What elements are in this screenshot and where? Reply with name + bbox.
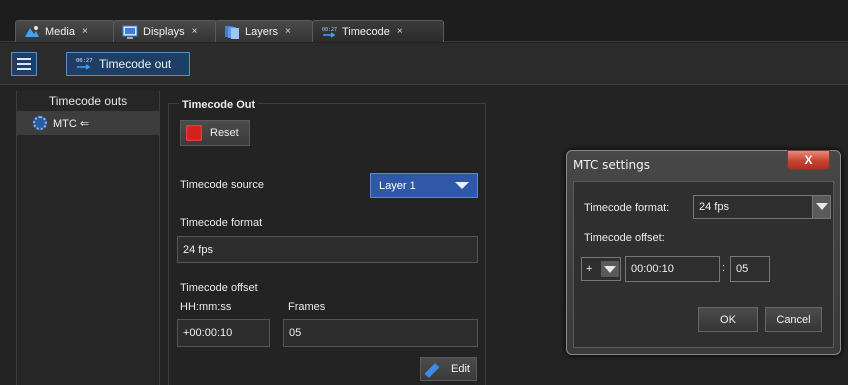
timecode-icon: 00:27: [76, 58, 93, 70]
dialog-frames-field[interactable]: 05: [730, 256, 770, 282]
dialog-format-select[interactable]: 24 fps: [693, 195, 831, 219]
svg-text:00:27: 00:27: [322, 27, 337, 33]
ok-button[interactable]: OK: [698, 307, 758, 332]
timecode-out-button[interactable]: 00:27 Timecode out: [66, 52, 190, 76]
edit-label: Edit: [451, 363, 470, 375]
timecode-format-label: Timecode format: [180, 217, 263, 229]
tab-label: Timecode: [342, 25, 390, 38]
tab-timecode[interactable]: 00:27 Timecode ×: [312, 20, 444, 42]
tab-media[interactable]: Media ×: [15, 20, 115, 42]
sign-value: +: [586, 263, 593, 275]
timecode-icon: 00:27: [322, 27, 337, 38]
dialog-format-label: Timecode format:: [584, 202, 670, 214]
list-item-mtc[interactable]: MTC ⇐: [17, 111, 159, 135]
select-value: Layer 1: [379, 179, 416, 192]
tab-label: Displays: [143, 25, 185, 38]
edit-button[interactable]: Edit: [420, 357, 477, 381]
dialog-time-field[interactable]: 00:00:10: [625, 256, 720, 282]
timecode-offset-label: Timecode offset: [180, 282, 258, 294]
offset-sign-select[interactable]: +: [581, 257, 621, 281]
tab-bar: Media × Displays × Layers × 00:27 Timeco…: [0, 0, 848, 42]
timecode-format-field[interactable]: 24 fps: [177, 236, 478, 263]
timecode-source-select[interactable]: Layer 1: [370, 173, 478, 198]
frames-label: Frames: [288, 301, 326, 313]
menu-button[interactable]: [11, 52, 37, 76]
panel-header: Timecode outs: [48, 94, 128, 108]
time-separator: :: [722, 262, 726, 274]
group-title: Timecode Out: [179, 99, 259, 111]
tab-layers[interactable]: Layers ×: [215, 20, 313, 42]
offset-time-field[interactable]: +00:00:10: [177, 319, 270, 347]
tab-label: Media: [45, 25, 75, 38]
media-icon: [25, 25, 39, 37]
timecode-outs-panel: Timecode outs MTC ⇐: [16, 91, 160, 385]
chevron-down-icon: [455, 182, 469, 189]
close-icon[interactable]: ×: [82, 26, 88, 37]
svg-text:00:27: 00:27: [76, 58, 93, 64]
timecode-source-label: Timecode source: [180, 179, 264, 191]
timecode-out-label: Timecode out: [99, 57, 172, 71]
reset-icon: [186, 125, 202, 141]
close-button[interactable]: X: [787, 150, 830, 170]
select-value: 24 fps: [699, 201, 729, 213]
display-icon: [122, 25, 138, 39]
toolbar: 00:27 Timecode out: [0, 43, 848, 85]
reset-button[interactable]: Reset: [180, 120, 250, 146]
list-item-label: MTC ⇐: [53, 117, 90, 130]
tab-label: Layers: [245, 25, 279, 38]
close-icon[interactable]: ×: [285, 26, 291, 37]
offset-frames-field[interactable]: 05: [283, 319, 478, 347]
dialog-offset-label: Timecode offset:: [584, 232, 665, 244]
close-icon[interactable]: ×: [192, 26, 198, 37]
close-icon[interactable]: ×: [397, 26, 403, 37]
reset-label: Reset: [210, 127, 239, 139]
chevron-down-icon: [601, 261, 619, 277]
dialog-title: MTC settings: [573, 158, 651, 172]
chevron-down-icon: [812, 196, 830, 218]
layers-icon: [225, 25, 239, 39]
pencil-icon: [424, 363, 440, 378]
gear-icon: [33, 116, 47, 130]
hhmmss-label: HH:mm:ss: [180, 301, 232, 313]
tab-displays[interactable]: Displays ×: [113, 20, 217, 42]
cancel-button[interactable]: Cancel: [765, 307, 822, 332]
